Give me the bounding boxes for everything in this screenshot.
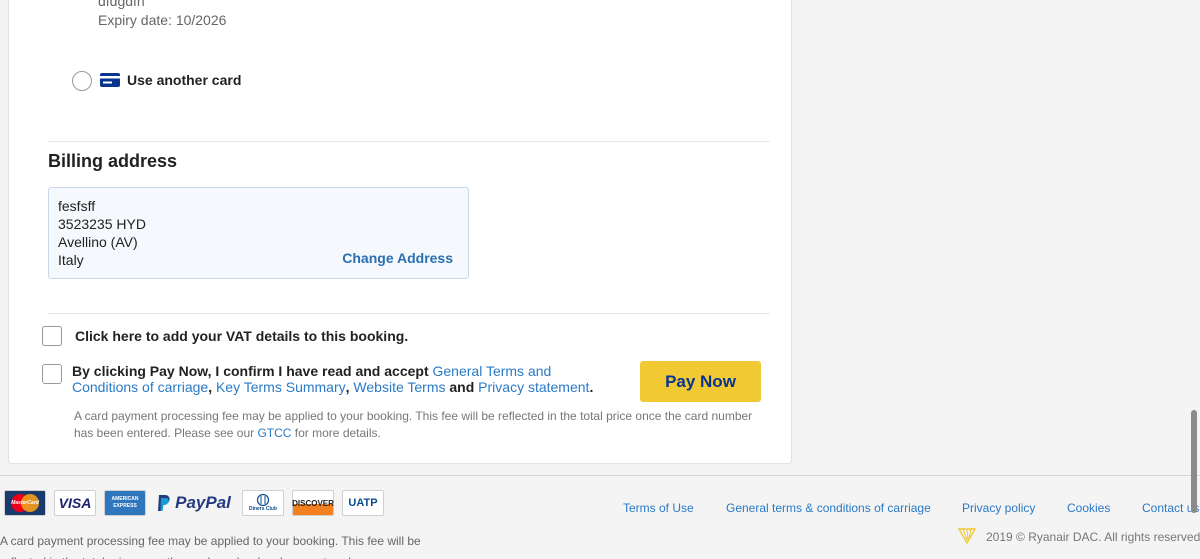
paypal-logo: PayPal bbox=[154, 490, 234, 516]
copyright-text: 2019 © Ryanair DAC. All rights reserved. bbox=[986, 530, 1200, 544]
gtcc-link[interactable]: GTCC bbox=[257, 426, 291, 440]
address-line: Avellino (AV) bbox=[58, 234, 138, 250]
address-line: Italy bbox=[58, 252, 84, 268]
uatp-logo: UATP bbox=[342, 490, 384, 516]
key-terms-summary-link[interactable]: Key Terms Summary bbox=[216, 379, 346, 395]
billing-address-box: fesfsff 3523235 HYD Avellino (AV) Italy … bbox=[48, 187, 469, 279]
pay-now-button[interactable]: Pay Now bbox=[640, 361, 761, 402]
footer-link-cookies[interactable]: Cookies bbox=[1067, 501, 1110, 515]
visa-logo: VISA bbox=[54, 490, 96, 516]
credit-card-icon bbox=[100, 73, 120, 87]
address-line: 3523235 HYD bbox=[58, 216, 146, 232]
divider bbox=[48, 313, 770, 314]
use-another-card-label[interactable]: Use another card bbox=[127, 72, 241, 88]
billing-address-title: Billing address bbox=[48, 151, 178, 171]
saved-card-name: dfdgdfh bbox=[98, 0, 145, 9]
terms-acceptance-text: By clicking Pay Now, I confirm I have re… bbox=[72, 363, 594, 395]
footer: MasterCard VISA AMERICAN EXPRESS PayPal … bbox=[0, 475, 1200, 559]
amex-logo: AMERICAN EXPRESS bbox=[104, 490, 146, 516]
diners-club-icon bbox=[256, 494, 270, 506]
accept-terms-checkbox[interactable] bbox=[42, 364, 62, 384]
footer-link-privacy-policy[interactable]: Privacy policy bbox=[962, 501, 1035, 515]
privacy-statement-link[interactable]: Privacy statement bbox=[478, 379, 589, 395]
scrollbar-thumb[interactable] bbox=[1191, 410, 1197, 513]
address-line: fesfsff bbox=[58, 198, 96, 214]
footer-link-terms-of-use[interactable]: Terms of Use bbox=[623, 501, 694, 515]
saved-card-expiry: Expiry date: 10/2026 bbox=[98, 12, 227, 28]
ryanair-harp-icon bbox=[958, 528, 976, 544]
divider bbox=[48, 141, 770, 142]
paypal-icon bbox=[158, 495, 170, 511]
website-terms-link[interactable]: Website Terms bbox=[353, 379, 445, 395]
mastercard-logo: MasterCard bbox=[4, 490, 46, 516]
diners-club-logo: Diners Club bbox=[242, 490, 284, 516]
fee-note: A card payment processing fee may be app… bbox=[74, 409, 753, 440]
use-another-card-radio[interactable] bbox=[72, 71, 92, 91]
vat-details-label[interactable]: Click here to add your VAT details to th… bbox=[75, 328, 408, 344]
footer-fee-note: A card payment processing fee may be app… bbox=[0, 534, 421, 559]
discover-logo: DISCOVER bbox=[292, 490, 334, 516]
change-address-link[interactable]: Change Address bbox=[342, 250, 453, 266]
vat-details-checkbox[interactable] bbox=[42, 326, 62, 346]
footer-link-general-terms[interactable]: General terms & conditions of carriage bbox=[726, 501, 931, 515]
